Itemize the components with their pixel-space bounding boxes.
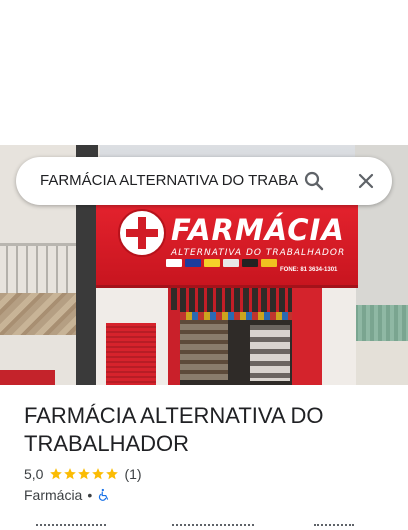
photo-shutter	[106, 323, 156, 385]
tab-strip-cut-off[interactable]	[24, 522, 408, 530]
rating-value: 5,0	[24, 466, 44, 482]
star-icon	[78, 468, 91, 480]
photo-fence	[350, 305, 408, 341]
photo-stone-wall	[0, 293, 76, 335]
star-rating	[49, 467, 119, 481]
photo-balcony	[0, 243, 76, 298]
card-logos	[166, 259, 277, 267]
review-count-link[interactable]: (1)	[124, 466, 141, 482]
category-row: Farmácia •	[24, 486, 111, 504]
photo-right-wall	[350, 341, 408, 385]
store-sign: FARMÁCIA ALTERNATIVA DO TRABALHADOR FONE…	[96, 205, 358, 288]
place-title: FARMÁCIA ALTERNATIVA DO TRABALHADOR	[24, 403, 324, 456]
photo-bunting	[168, 312, 308, 320]
photo-pillar-2	[168, 310, 180, 385]
wheelchair-icon	[99, 488, 109, 501]
photo-shelf-2	[250, 325, 290, 381]
separator-dot: •	[87, 487, 93, 503]
pharmacy-cross-logo	[118, 209, 166, 257]
search-bar[interactable]: FARMÁCIA ALTERNATIVA DO TRABA	[16, 157, 392, 205]
photo-grille	[168, 288, 308, 312]
rating-row[interactable]: 5,0 (1)	[24, 465, 142, 483]
close-icon[interactable]	[354, 169, 378, 193]
sign-phone: FONE: 81 3634-1301	[280, 267, 338, 273]
category-label[interactable]: Farmácia	[24, 487, 82, 503]
sign-title: FARMÁCIA	[171, 213, 345, 247]
photo-shelf	[178, 320, 228, 380]
search-icon[interactable]	[302, 169, 326, 193]
search-input[interactable]: FARMÁCIA ALTERNATIVA DO TRABA	[40, 171, 306, 191]
star-icon	[50, 468, 63, 480]
star-icon	[92, 468, 105, 480]
star-icon	[106, 468, 119, 480]
photo-pillar	[292, 288, 322, 385]
blank-top-area	[0, 0, 408, 145]
photo-left-shutter	[0, 370, 55, 385]
star-icon	[64, 468, 77, 480]
sign-subtitle: ALTERNATIVA DO TRABALHADOR	[171, 248, 346, 258]
